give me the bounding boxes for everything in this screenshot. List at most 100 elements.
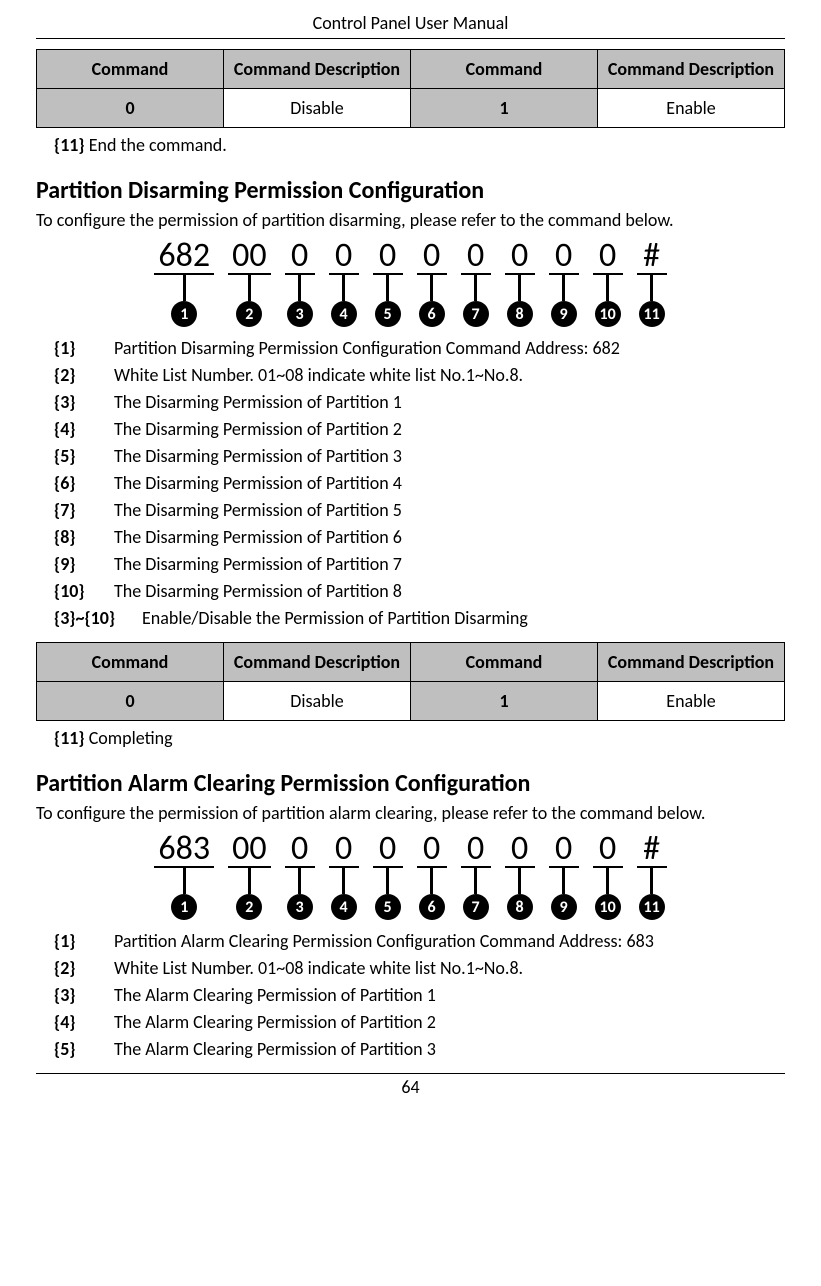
diagram-segment: 6831 <box>154 832 214 920</box>
segment-value: 0 <box>373 832 403 868</box>
diagram-segment: 08 <box>505 832 535 920</box>
description-list: {1} Partition Alarm Clearing Permission C… <box>36 928 785 1063</box>
description-text: White List Number. 01~08 indicate white … <box>114 362 523 389</box>
note-line: {11} Completing <box>36 727 785 749</box>
diagram-segment: 0 10 <box>593 239 623 327</box>
marker-circle: 6 <box>419 894 445 920</box>
description-row: {7}The Disarming Permission of Partition… <box>54 497 785 524</box>
description-row: {3}~{10}Enable/Disable the Permission of… <box>54 605 785 632</box>
segment-value: 0 <box>417 239 447 275</box>
description-row: {2} White List Number. 01~08 indicate whi… <box>54 955 785 982</box>
connector-line <box>386 275 389 301</box>
diagram-segment: 06 <box>417 239 447 327</box>
description-text: Enable/Disable the Permission of Partiti… <box>142 605 528 632</box>
segment-value: 683 <box>154 832 214 868</box>
diagram-segment: 03 <box>285 239 315 327</box>
description-text: The Disarming Permission of Partition 6 <box>114 524 402 551</box>
diagram-segment: 05 <box>373 239 403 327</box>
description-text: The Alarm Clearing Permission of Partiti… <box>114 1036 436 1063</box>
connector-line <box>606 868 609 894</box>
section-heading: Partition Alarm Clearing Permission Conf… <box>36 769 785 798</box>
description-text: White List Number. 01~08 indicate white … <box>114 955 523 982</box>
table-header: Command <box>37 643 224 682</box>
command-table-mid: Command Command Description Command Comm… <box>36 642 785 721</box>
diagram-segment: 07 <box>461 832 491 920</box>
segment-value: 0 <box>593 239 623 275</box>
segment-value: 0 <box>505 239 535 275</box>
connector-line <box>298 868 301 894</box>
connector-line <box>298 275 301 301</box>
marker-circle: 9 <box>551 894 577 920</box>
note-text: Completing <box>89 727 173 749</box>
diagram-segment: 002 <box>228 239 270 327</box>
marker-circle: 11 <box>639 301 665 327</box>
connector-line <box>562 275 565 301</box>
command-table-top: Command Command Description Command Comm… <box>36 49 785 128</box>
description-row: {3} The Alarm Clearing Permission of Part… <box>54 982 785 1009</box>
table-cell: 1 <box>411 89 598 128</box>
diagram-segment: 08 <box>505 239 535 327</box>
diagram-segment: 05 <box>373 832 403 920</box>
header-divider <box>36 38 785 39</box>
connector-line <box>650 868 653 894</box>
table-cell: Disable <box>224 89 411 128</box>
table-header: Command Description <box>598 50 785 89</box>
description-row: {10}The Disarming Permission of Partitio… <box>54 578 785 605</box>
marker-circle: 1 <box>171 301 197 327</box>
description-row: {5}The Disarming Permission of Partition… <box>54 443 785 470</box>
marker-circle: 3 <box>287 301 313 327</box>
diagram-segment: 09 <box>549 832 579 920</box>
description-tag: {7} <box>54 497 96 524</box>
description-tag: {2} <box>54 955 96 982</box>
marker-circle: 4 <box>331 894 357 920</box>
connector-line <box>248 868 251 894</box>
connector-line <box>474 275 477 301</box>
description-row: {5}The Alarm Clearing Permission of Part… <box>54 1036 785 1063</box>
marker-circle: 4 <box>331 301 357 327</box>
table-header: Command Description <box>224 643 411 682</box>
diagram-segment: #11 <box>637 239 667 327</box>
section-heading: Partition Disarming Permission Configura… <box>36 176 785 205</box>
table-cell: 0 <box>37 682 224 721</box>
table-cell: 1 <box>411 682 598 721</box>
diagram-segment: 04 <box>329 239 359 327</box>
description-tag: {4} <box>54 1009 96 1036</box>
description-text: Partition Alarm Clearing Permission Conf… <box>114 928 654 955</box>
connector-line <box>562 868 565 894</box>
table-header: Command <box>411 50 598 89</box>
connector-line <box>183 868 186 894</box>
marker-circle: 10 <box>595 301 621 327</box>
note-tag: {11} <box>54 134 85 156</box>
description-row: {6}The Disarming Permission of Partition… <box>54 470 785 497</box>
segment-value: 0 <box>417 832 447 868</box>
diagram-segment: #11 <box>637 832 667 920</box>
description-tag: {6} <box>54 470 96 497</box>
page: Control Panel User Manual Command Comman… <box>0 0 821 1286</box>
connector-line <box>183 275 186 301</box>
table-header: Command Description <box>598 643 785 682</box>
segment-value: 0 <box>505 832 535 868</box>
description-text: The Disarming Permission of Partition 2 <box>114 416 402 443</box>
description-text: The Disarming Permission of Partition 3 <box>114 443 402 470</box>
description-text: The Alarm Clearing Permission of Partiti… <box>114 982 436 1009</box>
page-header-title: Control Panel User Manual <box>36 12 785 34</box>
marker-circle: 5 <box>375 894 401 920</box>
description-tag: {3} <box>54 982 96 1009</box>
segment-value: 00 <box>228 832 270 868</box>
diagram-segment: 002 <box>228 832 270 920</box>
segment-value: 682 <box>154 239 214 275</box>
description-tag: {1} <box>54 928 96 955</box>
connector-line <box>386 868 389 894</box>
diagram-segment: 03 <box>285 832 315 920</box>
description-row: {9}The Disarming Permission of Partition… <box>54 551 785 578</box>
note-tag: {11} <box>54 727 85 749</box>
description-row: {8}The Disarming Permission of Partition… <box>54 524 785 551</box>
connector-line <box>518 868 521 894</box>
diagram-segment: 09 <box>549 239 579 327</box>
marker-circle: 8 <box>507 894 533 920</box>
segment-value: 0 <box>329 239 359 275</box>
marker-circle: 11 <box>639 894 665 920</box>
segment-value: 0 <box>285 239 315 275</box>
footer-divider <box>36 1073 785 1074</box>
connector-line <box>248 275 251 301</box>
